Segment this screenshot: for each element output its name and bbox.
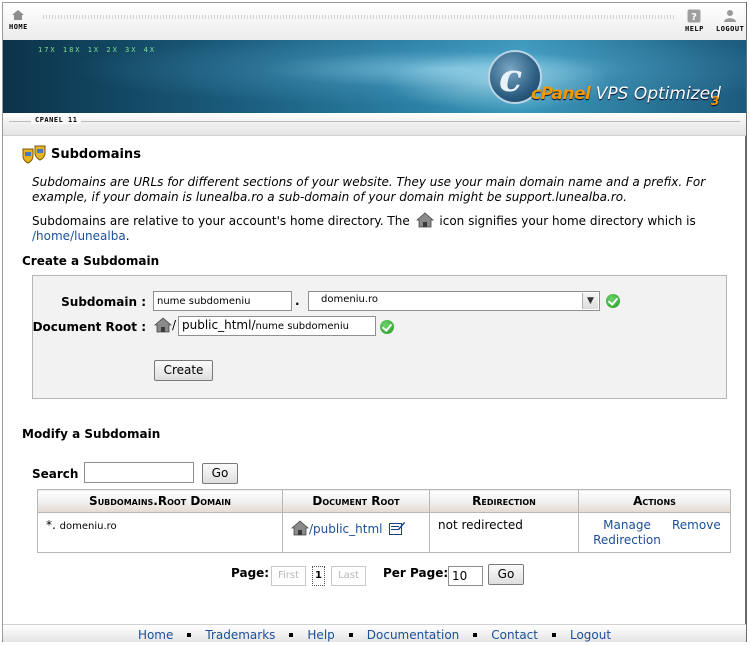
create-subdomain-heading: Create a Subdomain	[22, 254, 160, 268]
logout-nav-button[interactable]: LOGOUT	[716, 9, 744, 33]
home-note-text-b: icon signifies your home directory which…	[439, 214, 696, 228]
edit-icon[interactable]	[389, 521, 406, 535]
root-domain-select[interactable]: domeniu.ro ▼	[308, 291, 600, 311]
docroot-base-text: public_html/	[182, 318, 256, 332]
home-directory-icon	[415, 212, 434, 228]
footer-separator	[551, 632, 556, 637]
last-page-button[interactable]: Last	[331, 566, 366, 586]
footer-bar: Home Trademarks Help Documentation Contact Lo…	[3, 624, 746, 642]
subdomain-prefix: *.	[46, 518, 56, 532]
create-button[interactable]: Create	[154, 360, 213, 381]
chevron-down-icon[interactable]: ▼	[582, 293, 598, 309]
subdomains-description: Subdomains are URLs for different sectio…	[32, 175, 706, 204]
footer-help-link[interactable]: Help	[307, 628, 334, 642]
help-nav-button[interactable]: ? HELP	[685, 9, 704, 33]
table-row: *. domeniu.ro /public_html not redirecte…	[37, 512, 731, 553]
subdomain-label: Subdomain :	[61, 295, 146, 309]
svg-text:?: ?	[692, 12, 698, 23]
modify-subdomain-heading: Modify a Subdomain	[22, 427, 161, 441]
subdomain-cell: *. domeniu.ro	[37, 512, 283, 553]
document-root-label: Document Root :	[32, 320, 146, 334]
docroot-suffix-text: nume subdomeniu	[255, 321, 349, 332]
first-page-button[interactable]: First	[271, 566, 306, 586]
document-root-input[interactable]: public_html/nume subdomeniu	[178, 316, 376, 336]
actions-cell: Manage Redirection Remove	[578, 512, 731, 553]
cpanel-brand: cPanel VPS Optimized 3	[531, 84, 721, 108]
page-title: Subdomains	[51, 147, 141, 162]
home-note-text-a: Subdomains are relative to your account'…	[32, 214, 410, 228]
docroot-home-icon	[154, 317, 172, 333]
footer-separator	[187, 632, 192, 637]
root-domain-value: domeniu.ro	[321, 294, 379, 305]
redirection-cell: not redirected	[429, 512, 579, 553]
remove-link[interactable]: Remove	[672, 518, 721, 532]
search-input[interactable]	[84, 462, 194, 483]
banner-ticker: 17X 18X 1X 2X 3X 4X	[38, 46, 157, 54]
brand-tagline: VPS Optimized	[590, 84, 721, 104]
subdomain-valid-check-icon	[606, 294, 620, 308]
col-subdomain-header[interactable]: Subdomains.Root Domain	[37, 489, 283, 513]
version-label: CPANEL 11	[31, 116, 82, 124]
domain-separator-dot: .	[295, 294, 300, 308]
home-icon	[12, 10, 25, 20]
docroot-cell: /public_html	[282, 512, 430, 553]
user-icon	[724, 10, 737, 22]
page-label: Page:	[231, 566, 270, 580]
subdomain-domain: domeniu.ro	[59, 521, 117, 532]
brand-name: cPanel	[531, 84, 591, 104]
home-nav-label: HOME	[9, 23, 28, 31]
home-directory-link[interactable]: /home/lunealba	[32, 229, 126, 243]
logout-nav-label: LOGOUT	[716, 25, 745, 33]
col-docroot-header[interactable]: Document Root	[282, 489, 430, 513]
per-page-label: Per Page:	[383, 566, 449, 580]
version-strip: CPANEL 11	[3, 113, 746, 136]
subdomains-table: Subdomains.Root Domain Document Root Red…	[37, 489, 731, 553]
search-label: Search	[32, 467, 79, 481]
home-note-end: .	[125, 229, 130, 243]
docroot-valid-check-icon	[380, 320, 394, 334]
footer-separator	[348, 632, 353, 637]
nav-divider	[43, 15, 674, 19]
footer-contact-link[interactable]: Contact	[491, 628, 538, 642]
footer-documentation-link[interactable]: Documentation	[367, 628, 460, 642]
help-icon: ?	[687, 9, 701, 23]
footer-links: Home Trademarks Help Documentation Contact Lo…	[3, 628, 746, 642]
manage-redirection-link[interactable]: Manage Redirection	[585, 518, 669, 548]
footer-logout-link[interactable]: Logout	[570, 628, 611, 642]
docroot-slash: /	[172, 318, 177, 332]
col-actions-header: Actions	[578, 489, 731, 513]
subdomain-input[interactable]	[153, 291, 292, 311]
per-page-go-button[interactable]: Go	[488, 564, 524, 585]
table-header-row: Subdomains.Root Domain Document Root Red…	[37, 489, 731, 513]
col-redirection-header[interactable]: Redirection	[429, 489, 579, 513]
footer-separator	[473, 632, 478, 637]
footer-trademarks-link[interactable]: Trademarks	[205, 628, 275, 642]
docroot-link[interactable]: /public_html	[309, 522, 382, 536]
home-nav-button[interactable]: HOME	[9, 9, 28, 31]
subdomains-icon	[22, 145, 46, 164]
brand-version: 3	[711, 94, 720, 108]
current-page-button[interactable]: 1	[312, 566, 325, 586]
docroot-row-home-icon	[290, 520, 310, 536]
version-divider	[9, 121, 740, 122]
top-nav: HOME ? HELP LOGOUT	[3, 3, 746, 40]
footer-home-link[interactable]: Home	[138, 628, 173, 642]
footer-separator	[289, 632, 294, 637]
per-page-input[interactable]	[448, 566, 483, 586]
search-go-button[interactable]: Go	[202, 463, 238, 484]
help-nav-label: HELP	[685, 25, 704, 33]
home-directory-note: Subdomains are relative to your account'…	[32, 212, 732, 244]
cpanel-banner: 17X 18X 1X 2X 3X 4X c cPanel VPS Optimiz…	[3, 40, 746, 113]
